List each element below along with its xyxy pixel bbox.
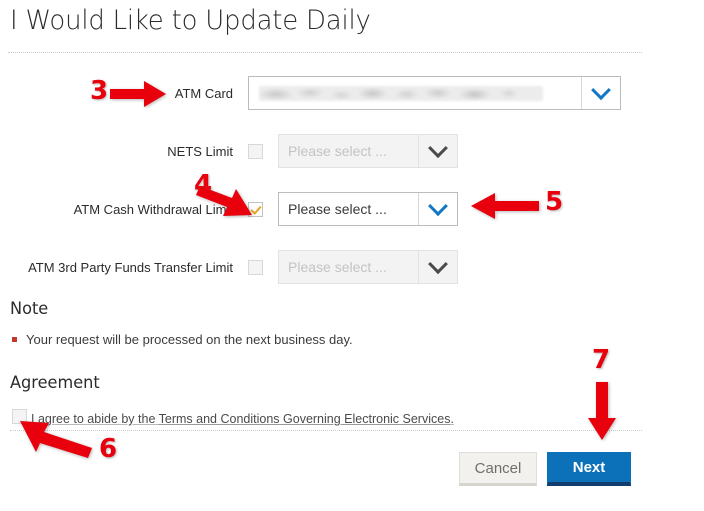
annotation-arrow-4-icon	[196, 186, 252, 216]
terms-and-conditions-link[interactable]: Terms and Conditions Governing Electroni…	[159, 412, 451, 426]
chevron-down-icon	[428, 138, 448, 159]
chevron-down-icon	[428, 196, 448, 217]
atm-card-value	[249, 77, 581, 109]
annotation-marker-6: 6	[99, 434, 118, 464]
atm-cash-withdrawal-select[interactable]: Please select ...	[278, 192, 458, 226]
atm-cash-withdrawal-chevron[interactable]	[418, 193, 457, 225]
chevron-down-icon	[428, 254, 448, 275]
note-bullet-icon	[12, 337, 17, 342]
atm-3rd-party-chevron	[418, 251, 457, 283]
page-title: I Would Like to Update Daily	[10, 5, 371, 36]
title-divider	[8, 52, 642, 53]
annotation-arrow-6-icon	[20, 421, 92, 458]
chevron-down-icon	[591, 80, 611, 101]
nets-limit-label: NETS Limit	[167, 143, 233, 159]
annotation-marker-5: 5	[545, 187, 564, 217]
agreement-divider	[10, 430, 642, 431]
form-row-atm-3rd-party-limit: ATM 3rd Party Funds Transfer Limit Pleas…	[15, 250, 480, 284]
note-item: Your request will be processed on the ne…	[26, 332, 353, 347]
form-row-atm-card: ATM Card	[140, 76, 640, 110]
nets-limit-value: Please select ...	[288, 143, 387, 159]
agreement-text-after: .	[450, 412, 454, 426]
annotation-arrow-7-icon	[588, 382, 616, 440]
checkbox-box-icon	[248, 259, 263, 275]
annotation-arrow-5-icon	[471, 193, 539, 219]
atm-3rd-party-label: ATM 3rd Party Funds Transfer Limit	[28, 259, 233, 275]
cancel-button[interactable]: Cancel	[459, 452, 537, 486]
note-heading: Note	[10, 299, 49, 319]
agreement-heading: Agreement	[10, 373, 100, 393]
annotation-marker-7: 7	[592, 345, 611, 375]
annotation-arrow-3-icon	[110, 81, 166, 107]
atm-3rd-party-value: Please select ...	[288, 259, 387, 275]
next-button[interactable]: Next	[547, 452, 631, 486]
checkbox-box-icon	[248, 143, 263, 159]
nets-limit-select: Please select ...	[278, 134, 458, 168]
form-row-nets-limit: NETS Limit Please select ...	[140, 134, 480, 168]
nets-limit-checkbox[interactable]	[248, 143, 263, 159]
annotation-marker-3: 3	[90, 76, 109, 106]
atm-card-chevron[interactable]	[581, 77, 620, 109]
atm-card-select[interactable]	[248, 76, 621, 110]
nets-limit-chevron	[418, 135, 457, 167]
atm-3rd-party-select: Please select ...	[278, 250, 458, 284]
atm-3rd-party-checkbox[interactable]	[248, 259, 263, 275]
atm-cash-withdrawal-value: Please select ...	[288, 201, 387, 217]
form-row-atm-cash-withdrawal-limit: ATM Cash Withdrawal Limit Please select …	[60, 192, 480, 226]
atm-card-redacted-value	[259, 85, 544, 101]
